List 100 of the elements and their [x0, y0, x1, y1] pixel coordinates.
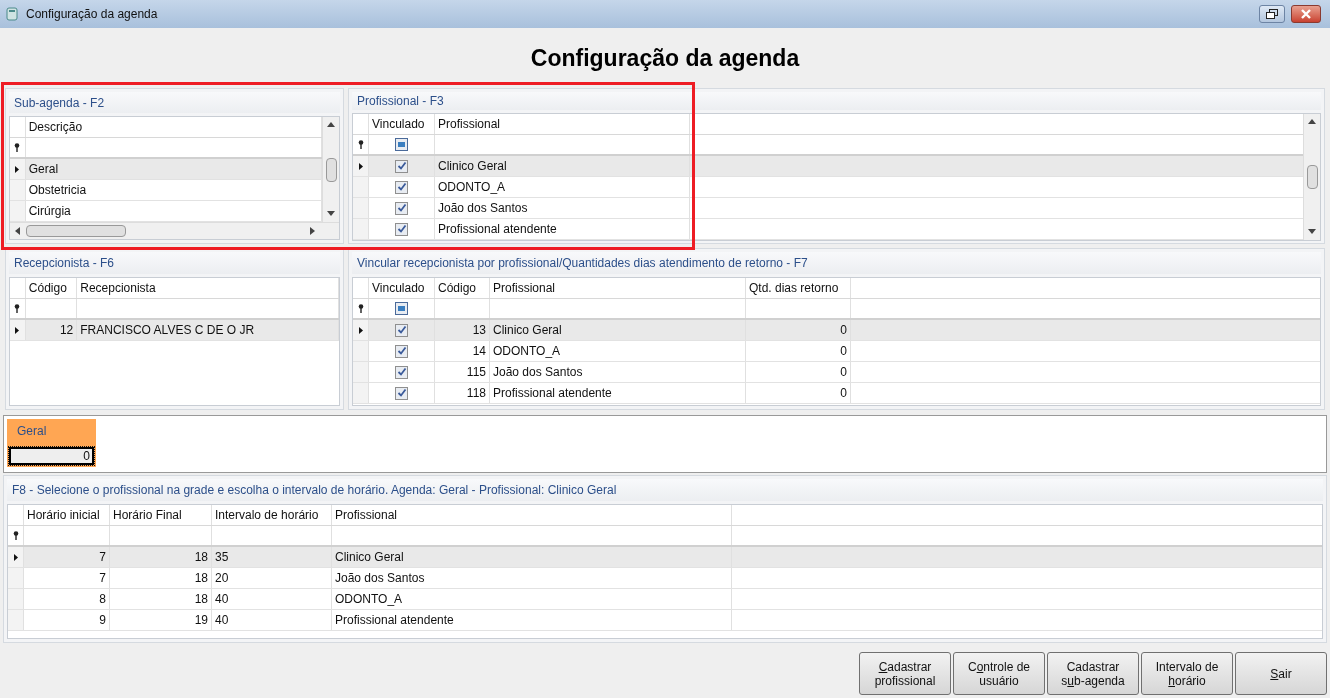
row-header[interactable] — [10, 320, 26, 340]
table-row[interactable]: Geral — [10, 159, 322, 180]
table-cell-text: João dos Santos — [335, 570, 425, 587]
action-button[interactable]: Cadastrar profissional — [859, 652, 951, 695]
table-cell-text: 0 — [840, 343, 847, 360]
close-icon — [1300, 9, 1312, 19]
column-header[interactable]: Horário Final — [110, 505, 212, 525]
panel-title: Recepcionista - F6 — [14, 255, 115, 272]
table-row[interactable]: Clinico Geral — [353, 156, 1303, 177]
row-header[interactable] — [8, 547, 24, 567]
table-row[interactable]: Cirúrgia — [10, 201, 322, 222]
filter-pin-icon — [12, 531, 19, 540]
column-header[interactable]: Qtd. dias retorno — [746, 278, 851, 298]
scroll-thumb[interactable] — [325, 157, 337, 182]
table-cell-text: 7 — [99, 570, 106, 587]
table-row[interactable]: João dos Santos — [353, 198, 1303, 219]
indeterminate-checkbox-icon[interactable] — [395, 302, 408, 315]
action-button[interactable]: Cadastrar sub-agenda — [1047, 652, 1139, 695]
table-cell-text: 40 — [215, 591, 229, 608]
checkbox[interactable] — [395, 386, 408, 400]
scroll-up-icon[interactable] — [1308, 118, 1316, 126]
table-cell-text: 0 — [840, 322, 847, 339]
page-heading: Configuração da agenda — [530, 43, 800, 73]
filter-pin-icon — [14, 143, 21, 152]
row-header[interactable] — [353, 320, 369, 340]
vertical-scrollbar[interactable] — [1303, 114, 1320, 240]
row-header[interactable] — [10, 159, 26, 179]
checkbox[interactable] — [395, 323, 408, 337]
current-row-icon — [13, 553, 18, 561]
table-cell-text: 8 — [99, 591, 106, 608]
vertical-scrollbar[interactable] — [322, 117, 339, 222]
table-cell-text: ODONTO_A — [335, 591, 403, 608]
horizontal-scrollbar[interactable] — [10, 222, 339, 239]
panel-title: Sub-agenda - F2 — [14, 94, 105, 112]
table-cell-text: 13 — [472, 322, 486, 339]
scroll-down-icon[interactable] — [327, 210, 335, 218]
table-cell-text: 18 — [194, 591, 208, 608]
table-row[interactable]: Profissional atendente — [353, 219, 1303, 240]
table-row[interactable]: 118 Profissional atendente 0 — [353, 383, 1320, 404]
checkbox[interactable] — [395, 344, 408, 358]
column-header[interactable]: Vinculado — [369, 114, 435, 134]
action-button[interactable]: Sair — [1235, 652, 1327, 695]
table-cell-text: 118 — [466, 385, 486, 402]
table-row[interactable]: 7 18 20 João dos Santos — [8, 568, 1322, 589]
table-row[interactable]: 13 Clinico Geral 0 — [353, 320, 1320, 341]
table-cell-text: Profissional atendente — [438, 221, 557, 238]
table-row[interactable]: 14 ODONTO_A 0 — [353, 341, 1320, 362]
column-header[interactable]: Profissional — [332, 505, 732, 525]
table-cell-text: 0 — [840, 385, 847, 402]
table-cell-text: Profissional atendente — [493, 385, 612, 402]
table-row[interactable]: 8 18 40 ODONTO_A — [8, 589, 1322, 610]
checkbox[interactable] — [395, 159, 408, 173]
agenda-tab[interactable]: Geral 0 — [7, 419, 96, 467]
current-row-icon — [15, 165, 20, 173]
table-cell-text: Clinico Geral — [493, 322, 562, 339]
column-header[interactable]: Código — [435, 278, 490, 298]
table-row[interactable]: 115 João dos Santos 0 — [353, 362, 1320, 383]
filter-pin-icon — [357, 140, 364, 149]
column-header[interactable]: Vinculado — [369, 278, 435, 298]
table-cell-text: João dos Santos — [493, 364, 583, 381]
scroll-left-icon[interactable] — [14, 227, 22, 235]
table-row[interactable]: ODONTO_A — [353, 177, 1303, 198]
checkbox[interactable] — [395, 222, 408, 236]
panel-title: Profissional - F3 — [357, 93, 444, 110]
checkbox[interactable] — [395, 201, 408, 215]
table-cell-text: Geral — [28, 161, 59, 178]
table-cell-text: Cirúrgia — [28, 203, 71, 220]
table-row[interactable]: 7 18 35 Clinico Geral — [8, 547, 1322, 568]
scroll-thumb[interactable] — [26, 225, 126, 237]
table-cell-text: 40 — [215, 612, 229, 629]
restore-button[interactable] — [1259, 5, 1285, 23]
current-row-icon — [15, 326, 20, 334]
table-cell-text: 35 — [215, 549, 229, 566]
scroll-up-icon[interactable] — [327, 121, 335, 129]
action-button[interactable]: Controle de usuário — [953, 652, 1045, 695]
table-cell-text: Clinico Geral — [335, 549, 404, 566]
close-button[interactable] — [1291, 5, 1321, 23]
table-cell-text: ODONTO_A — [493, 343, 561, 360]
checkbox[interactable] — [395, 365, 408, 379]
column-header[interactable]: Horário inicial — [24, 505, 110, 525]
row-header[interactable] — [353, 156, 369, 176]
panel-title: Vincular recepcionista por profissional/Quantidades dias atendimento de retorno - F7 — [357, 255, 808, 272]
table-row[interactable]: 12 FRANCISCO ALVES C DE O JR — [10, 320, 339, 341]
table-cell-text: Obstetricia — [28, 182, 87, 199]
window-title: Configuração da agenda — [26, 6, 158, 23]
scroll-down-icon[interactable] — [1308, 228, 1316, 236]
scroll-thumb[interactable] — [1306, 165, 1318, 189]
checkbox[interactable] — [395, 180, 408, 194]
table-cell-text: 19 — [194, 612, 208, 629]
table-row[interactable]: 9 19 40 Profissional atendente — [8, 610, 1322, 631]
column-header[interactable]: Profissional — [490, 278, 746, 298]
scroll-right-icon[interactable] — [309, 227, 317, 235]
table-cell-text: 20 — [215, 570, 229, 587]
indeterminate-checkbox-icon[interactable] — [395, 138, 408, 151]
value-field[interactable]: 0 — [9, 447, 94, 465]
action-button[interactable]: Intervalo de horário — [1141, 652, 1233, 695]
table-row[interactable]: Obstetricia — [10, 180, 322, 201]
table-cell-text: 14 — [472, 343, 486, 360]
table-cell-text: Clinico Geral — [438, 158, 507, 175]
column-header[interactable]: Profissional — [435, 114, 690, 134]
